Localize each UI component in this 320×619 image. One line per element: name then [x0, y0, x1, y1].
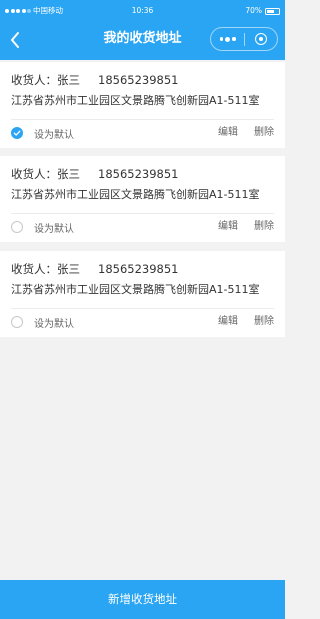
divider	[11, 308, 274, 309]
recipient-name: 收货人：张三	[11, 262, 80, 276]
recipient-phone: 18565239851	[98, 167, 179, 181]
delete-button[interactable]: 删除	[254, 220, 274, 234]
edit-button[interactable]: 编辑	[218, 220, 238, 234]
nav-bar: 我的收货地址	[0, 22, 285, 60]
recipient-line: 收货人：张三 18565239851	[11, 261, 178, 277]
address-card[interactable]: 收货人：张三 18565239851 江苏省苏州市工业园区文景路腾飞创新园A1-51…	[0, 251, 285, 337]
recipient-name: 收货人：张三	[11, 73, 80, 87]
battery-fill	[267, 9, 275, 13]
edit-button[interactable]: 编辑	[218, 126, 238, 140]
set-default-toggle[interactable]: 设为默认	[11, 126, 74, 141]
recipient-line: 收货人：张三 18565239851	[11, 166, 178, 182]
status-right: 70%	[245, 0, 280, 22]
divider	[11, 213, 274, 214]
mini-program-capsule	[210, 27, 278, 51]
empty-circle-icon[interactable]	[11, 221, 23, 233]
recipient-line: 收货人：张三 18565239851	[11, 72, 178, 88]
header-bar: 中国移动 10:36 70% 我的收货地址	[0, 0, 285, 60]
add-address-button[interactable]: 新增收货地址	[0, 580, 285, 619]
set-default-toggle[interactable]: 设为默认	[11, 220, 74, 235]
target-circle-icon[interactable]	[245, 28, 277, 50]
set-default-toggle[interactable]: 设为默认	[11, 315, 74, 330]
address-text: 江苏省苏州市工业园区文景路腾飞创新园A1-511室	[11, 283, 260, 296]
address-card[interactable]: 收货人：张三 18565239851 江苏省苏州市工业园区文景路腾飞创新园A1-51…	[0, 156, 285, 242]
more-dots-icon[interactable]	[211, 28, 244, 50]
delete-button[interactable]: 删除	[254, 126, 274, 140]
check-circle-icon[interactable]	[11, 127, 23, 139]
edit-button[interactable]: 编辑	[218, 315, 238, 329]
status-bar: 中国移动 10:36 70%	[0, 0, 285, 22]
recipient-phone: 18565239851	[98, 73, 179, 87]
set-default-label: 设为默认	[34, 129, 74, 141]
divider	[11, 119, 274, 120]
address-text: 江苏省苏州市工业园区文景路腾飞创新园A1-511室	[11, 94, 260, 107]
delete-button[interactable]: 删除	[254, 315, 274, 329]
set-default-label: 设为默认	[34, 318, 74, 330]
empty-circle-icon[interactable]	[11, 316, 23, 328]
battery-icon	[265, 7, 280, 15]
address-card[interactable]: 收货人：张三 18565239851 江苏省苏州市工业园区文景路腾飞创新园A1-51…	[0, 62, 285, 148]
status-time: 10:36	[131, 6, 154, 15]
set-default-label: 设为默认	[34, 223, 74, 235]
address-text: 江苏省苏州市工业园区文景路腾飞创新园A1-511室	[11, 188, 260, 201]
battery-percent: 70%	[245, 6, 262, 15]
recipient-name: 收货人：张三	[11, 167, 80, 181]
recipient-phone: 18565239851	[98, 262, 179, 276]
